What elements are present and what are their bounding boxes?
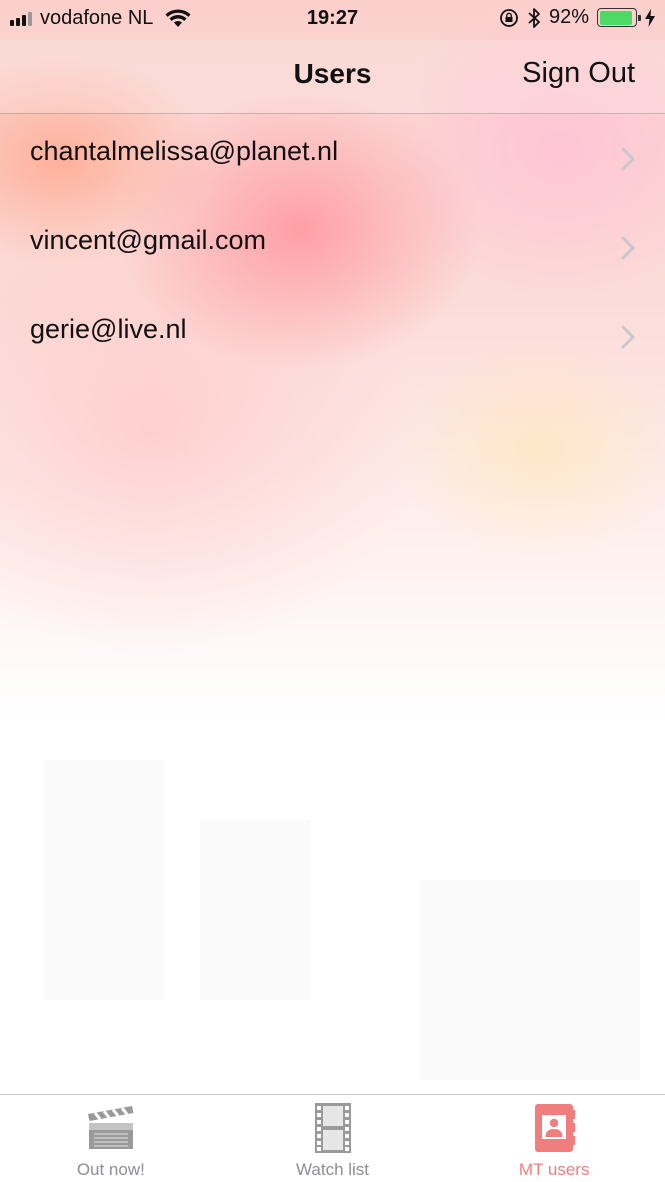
tab-bar: Out now! Watch list MT users — [0, 1094, 665, 1182]
user-email: chantalmelissa@planet.nl — [30, 136, 339, 166]
contacts-book-icon — [535, 1104, 576, 1152]
charging-bolt-icon — [645, 8, 655, 27]
status-bar: vodafone NL 19:27 92% — [0, 0, 665, 40]
film-strip-icon — [314, 1103, 351, 1153]
user-row[interactable]: gerie@live.nl — [0, 293, 665, 382]
chevron-right-icon — [621, 147, 635, 171]
user-email: gerie@live.nl — [30, 314, 187, 344]
user-email: vincent@gmail.com — [30, 225, 266, 255]
tab-label: MT users — [518, 1160, 590, 1179]
bluetooth-icon — [528, 7, 540, 28]
user-row[interactable]: chantalmelissa@planet.nl — [0, 115, 665, 204]
battery-icon — [597, 8, 641, 27]
user-list: chantalmelissa@planet.nl vincent@gmail.c… — [0, 115, 665, 382]
tab-out-now[interactable]: Out now! — [0, 1095, 222, 1182]
tab-label: Out now! — [76, 1160, 145, 1179]
user-row[interactable]: vincent@gmail.com — [0, 204, 665, 293]
navigation-bar: Users Sign Out — [0, 40, 665, 114]
chevron-right-icon — [621, 236, 635, 260]
tab-label: Watch list — [295, 1160, 370, 1179]
tab-mt-users[interactable]: MT users — [443, 1095, 665, 1182]
clapperboard-icon — [87, 1106, 134, 1149]
battery-percent: 92% — [548, 6, 589, 28]
battery-level — [599, 10, 632, 25]
chevron-right-icon — [621, 325, 635, 349]
tab-watch-list[interactable]: Watch list — [222, 1095, 444, 1182]
orientation-lock-icon — [500, 8, 518, 27]
status-right: 92% — [499, 6, 655, 29]
sign-out-button[interactable]: Sign Out — [522, 57, 635, 90]
